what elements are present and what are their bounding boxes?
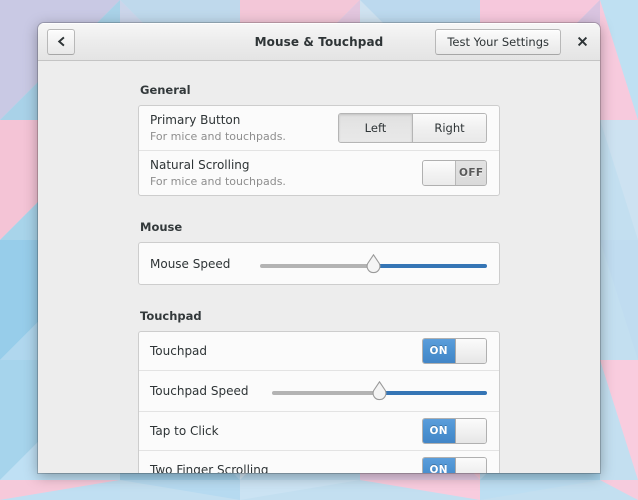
switch-knob [454, 419, 486, 443]
row-control: Left Right [338, 113, 487, 143]
touchpad-switch[interactable]: ON [422, 338, 487, 364]
row-control: ON [422, 338, 487, 364]
settings-window: Mouse & Touchpad Test Your Settings Gene… [38, 23, 600, 473]
row-touchpad-speed: Touchpad Speed [139, 370, 499, 411]
switch-knob [423, 161, 456, 185]
back-button[interactable] [47, 28, 75, 55]
row-subtitle: For mice and touchpads. [150, 175, 286, 188]
row-natural-scrolling: Natural Scrolling For mice and touchpads… [139, 150, 499, 195]
row-labels: Tap to Click [150, 423, 219, 439]
row-title: Mouse Speed [150, 256, 231, 271]
switch-knob [454, 458, 486, 473]
row-control: ON [422, 418, 487, 444]
close-icon [577, 36, 588, 47]
switch-state-label: ON [423, 458, 455, 473]
row-labels: Mouse Speed [150, 256, 230, 272]
row-subtitle: For mice and touchpads. [150, 130, 286, 143]
window-titlebar: Mouse & Touchpad Test Your Settings [38, 23, 600, 61]
row-control: ON [422, 457, 487, 473]
test-button-label: Test Your Settings [447, 34, 549, 49]
panel-mouse: Mouse Speed [138, 242, 500, 285]
row-title: Primary Button [150, 113, 241, 127]
slider-track-unfilled [272, 391, 380, 395]
row-mouse-speed: Mouse Speed [139, 243, 499, 284]
row-control [248, 378, 487, 404]
slider-track-filled [373, 263, 487, 268]
row-control [230, 251, 487, 277]
row-tap-to-click: Tap to Click ON [139, 411, 499, 450]
switch-state-label: ON [423, 339, 455, 363]
row-control: OFF [422, 160, 487, 186]
tap-to-click-switch[interactable]: ON [422, 418, 487, 444]
row-primary-button: Primary Button For mice and touchpads. L… [139, 106, 499, 150]
segment-left[interactable]: Left [339, 114, 412, 142]
panel-general: Primary Button For mice and touchpads. L… [138, 105, 500, 196]
switch-state-label: ON [423, 419, 455, 443]
row-two-finger-scrolling: Two Finger Scrolling ON [139, 450, 499, 473]
row-labels: Natural Scrolling For mice and touchpads… [150, 157, 286, 189]
row-labels: Primary Button For mice and touchpads. [150, 112, 286, 144]
row-labels: Touchpad [150, 343, 207, 359]
test-your-settings-button[interactable]: Test Your Settings [435, 28, 561, 55]
touchpad-speed-slider[interactable] [272, 378, 487, 404]
settings-content: General Primary Button For mice and touc… [38, 61, 600, 473]
slider-track-unfilled [260, 263, 374, 268]
section-title-mouse: Mouse [140, 220, 183, 234]
mouse-speed-slider[interactable] [260, 251, 487, 277]
segment-right[interactable]: Right [412, 114, 486, 142]
row-labels: Touchpad Speed [150, 383, 248, 399]
switch-state-label: OFF [455, 161, 486, 185]
row-title: Two Finger Scrolling [150, 463, 269, 473]
row-title: Touchpad Speed [150, 384, 249, 398]
row-touchpad: Touchpad ON [139, 332, 499, 370]
two-finger-scrolling-switch[interactable]: ON [422, 457, 487, 473]
slider-track-filled [379, 391, 487, 395]
natural-scrolling-switch[interactable]: OFF [422, 160, 487, 186]
close-window-button[interactable] [574, 33, 591, 50]
section-title-touchpad: Touchpad [140, 309, 202, 323]
section-title-general: General [140, 83, 191, 97]
row-labels: Two Finger Scrolling [150, 462, 268, 473]
row-title: Tap to Click [150, 424, 219, 438]
panel-touchpad: Touchpad ON Touchpad Speed Tap to Click … [138, 331, 500, 473]
primary-button-segmented-control[interactable]: Left Right [338, 113, 487, 143]
switch-knob [454, 339, 486, 363]
section-mouse: Mouse Mouse Speed [38, 220, 600, 285]
row-title: Natural Scrolling [150, 158, 250, 172]
slider-handle[interactable] [365, 253, 382, 275]
section-general: General Primary Button For mice and touc… [38, 83, 600, 196]
slider-handle[interactable] [371, 381, 388, 402]
row-title: Touchpad [150, 344, 208, 358]
section-touchpad: Touchpad Touchpad ON Touchpad Speed Tap … [38, 309, 600, 473]
chevron-left-icon [56, 36, 67, 47]
